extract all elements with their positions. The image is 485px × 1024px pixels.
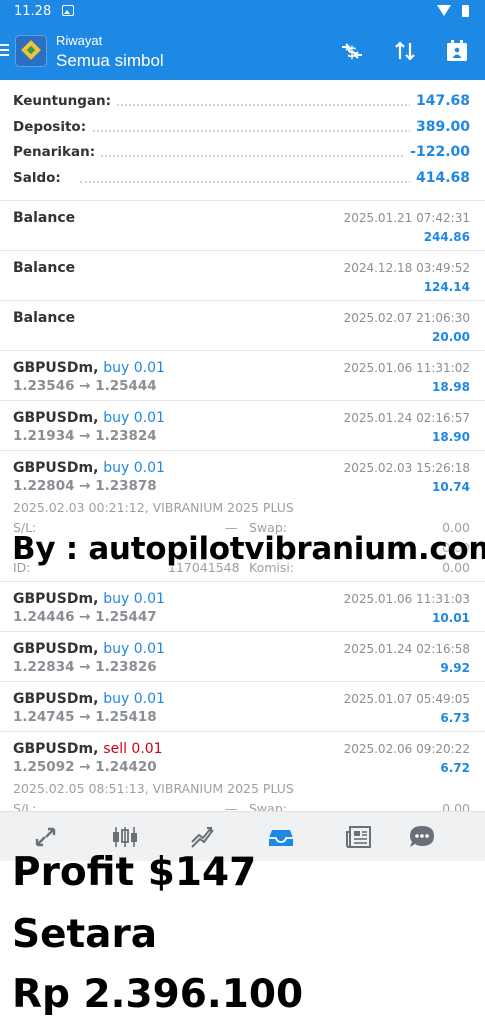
caption-line-1: Profit $147 <box>12 850 257 895</box>
summary-value: -122.00 <box>404 144 470 160</box>
summary-label: Keuntungan: <box>13 93 118 109</box>
summary-row-balance: Saldo: 414.68 <box>0 165 485 191</box>
summary-label: Penarikan: <box>13 144 102 160</box>
entry-time: 2025.01.06 11:31:02 <box>343 361 470 375</box>
image-notification-icon <box>62 5 74 16</box>
entry-time: 2025.02.06 09:20:22 <box>343 742 470 756</box>
entry-detail: 2025.02.03 00:21:12, VIBRANIUM 2025 PLUS <box>13 500 294 515</box>
status-bar: 11.28 <box>0 0 485 24</box>
dotted-leader <box>80 129 415 132</box>
entry-profit: 18.98 <box>432 380 470 394</box>
entry-detail: 2025.02.05 08:51:13, VIBRANIUM 2025 PLUS <box>13 781 294 796</box>
entry-symbol: Balance <box>13 310 76 326</box>
news-icon[interactable] <box>345 824 373 850</box>
history-icon[interactable] <box>267 824 295 850</box>
exchange-dollar-icon[interactable]: $ <box>338 38 366 66</box>
entry-time: 2025.01.07 05:49:05 <box>343 692 470 706</box>
summary-row-deposit: Deposito: 389.00 <box>0 114 485 140</box>
quotes-icon[interactable] <box>32 824 60 850</box>
entry-profit: 10.01 <box>432 611 470 625</box>
trade-icon[interactable] <box>189 824 217 850</box>
entry-profit: 18.90 <box>432 430 470 444</box>
dotted-leader <box>80 104 415 106</box>
page-title[interactable]: Semua simbol <box>56 51 164 71</box>
summary-label: Deposito: <box>13 118 93 135</box>
summary-label: Saldo: <box>13 169 67 186</box>
dotted-leader <box>80 180 415 183</box>
entry-time: 2025.02.07 21:06:30 <box>343 311 470 325</box>
entry-symbol: GBPUSDm, buy 0.01 <box>13 591 165 607</box>
entry-prices: 1.24446 → 1.25447 <box>13 609 157 625</box>
entry-profit: 244.86 <box>423 230 470 244</box>
entry-profit: 6.73 <box>440 711 470 725</box>
entry-prices: 1.25092 → 1.24420 <box>13 759 157 775</box>
entry-time: 2025.01.06 11:31:03 <box>343 592 470 606</box>
history-item[interactable]: GBPUSDm, buy 0.01 1.24745 → 1.25418 2025… <box>0 681 485 731</box>
entry-prices: 1.24745 → 1.25418 <box>13 709 157 725</box>
entry-side: sell 0.01 <box>103 741 163 757</box>
entry-profit: 10.74 <box>432 480 470 494</box>
entry-symbol: Balance <box>13 260 76 276</box>
entry-profit: 6.72 <box>440 761 470 775</box>
caption-line-3: Rp 2.396.100 <box>12 972 304 1017</box>
summary-value: 147.68 <box>409 93 470 109</box>
entry-profit: 124.14 <box>423 280 470 294</box>
calendar-icon[interactable] <box>443 38 471 66</box>
dotted-leader <box>80 155 415 157</box>
entry-prices: 1.22804 → 1.23878 <box>13 478 157 494</box>
entry-prices: 1.22834 → 1.23826 <box>13 659 157 675</box>
entry-time: 2025.01.24 02:16:57 <box>343 411 470 425</box>
entry-side: buy 0.01 <box>103 591 165 607</box>
entry-symbol: GBPUSDm, sell 0.01 <box>13 741 163 757</box>
entry-profit: 9.92 <box>440 661 470 675</box>
history-item[interactable]: Balance 2025.01.21 07:42:31 244.86 <box>0 200 485 250</box>
entry-side: buy 0.01 <box>103 691 165 707</box>
entry-symbol: GBPUSDm, buy 0.01 <box>13 410 165 426</box>
app-bar: Riwayat Semua simbol $ <box>0 24 485 80</box>
svg-text:$: $ <box>347 43 357 61</box>
menu-icon[interactable] <box>0 44 9 58</box>
entry-symbol: GBPUSDm, buy 0.01 <box>13 460 165 476</box>
summary-value: 389.00 <box>409 118 470 135</box>
summary-row-profit: Keuntungan: 147.68 <box>0 88 485 114</box>
entry-prices: 1.23546 → 1.25444 <box>13 378 157 394</box>
entry-symbol: GBPUSDm, buy 0.01 <box>13 360 165 376</box>
page-subtitle: Riwayat <box>56 33 103 48</box>
summary-panel: Keuntungan: 147.68 Deposito: 389.00 Pena… <box>0 88 485 190</box>
entry-symbol: GBPUSDm, buy 0.01 <box>13 691 165 707</box>
entry-profit: 20.00 <box>432 330 470 344</box>
summary-row-withdrawal: Penarikan: -122.00 <box>0 139 485 165</box>
chat-icon[interactable] <box>408 824 436 850</box>
app-logo <box>15 35 47 67</box>
watermark-text: By : autopilotvibranium.com <box>12 531 485 567</box>
history-item[interactable]: GBPUSDm, buy 0.01 1.21934 → 1.23824 2025… <box>0 400 485 450</box>
battery-icon <box>462 5 469 17</box>
entry-side: buy 0.01 <box>103 360 165 376</box>
history-item[interactable]: Balance 2025.02.07 21:06:30 20.00 <box>0 300 485 350</box>
entry-symbol: GBPUSDm, buy 0.01 <box>13 641 165 657</box>
chart-icon[interactable] <box>111 824 139 850</box>
history-item[interactable]: GBPUSDm, buy 0.01 1.22834 → 1.23826 2025… <box>0 631 485 681</box>
status-time: 11.28 <box>14 4 52 19</box>
history-item[interactable]: Balance 2024.12.18 03:49:52 124.14 <box>0 250 485 300</box>
wifi-icon <box>437 5 451 16</box>
caption-line-2: Setara <box>12 912 158 957</box>
entry-time: 2025.01.24 02:16:58 <box>343 642 470 656</box>
entry-time: 2024.12.18 03:49:52 <box>343 261 470 275</box>
entry-time: 2025.01.21 07:42:31 <box>343 211 470 225</box>
entry-time: 2025.02.03 15:26:18 <box>343 461 470 475</box>
entry-side: buy 0.01 <box>103 410 165 426</box>
entry-prices: 1.21934 → 1.23824 <box>13 428 157 444</box>
sort-icon[interactable] <box>391 38 419 66</box>
entry-side: buy 0.01 <box>103 641 165 657</box>
history-item[interactable]: GBPUSDm, buy 0.01 1.23546 → 1.25444 2025… <box>0 350 485 400</box>
entry-side: buy 0.01 <box>103 460 165 476</box>
entry-symbol: Balance <box>13 210 76 226</box>
history-item[interactable]: GBPUSDm, buy 0.01 1.24446 → 1.25447 2025… <box>0 581 485 631</box>
summary-value: 414.68 <box>409 169 470 186</box>
